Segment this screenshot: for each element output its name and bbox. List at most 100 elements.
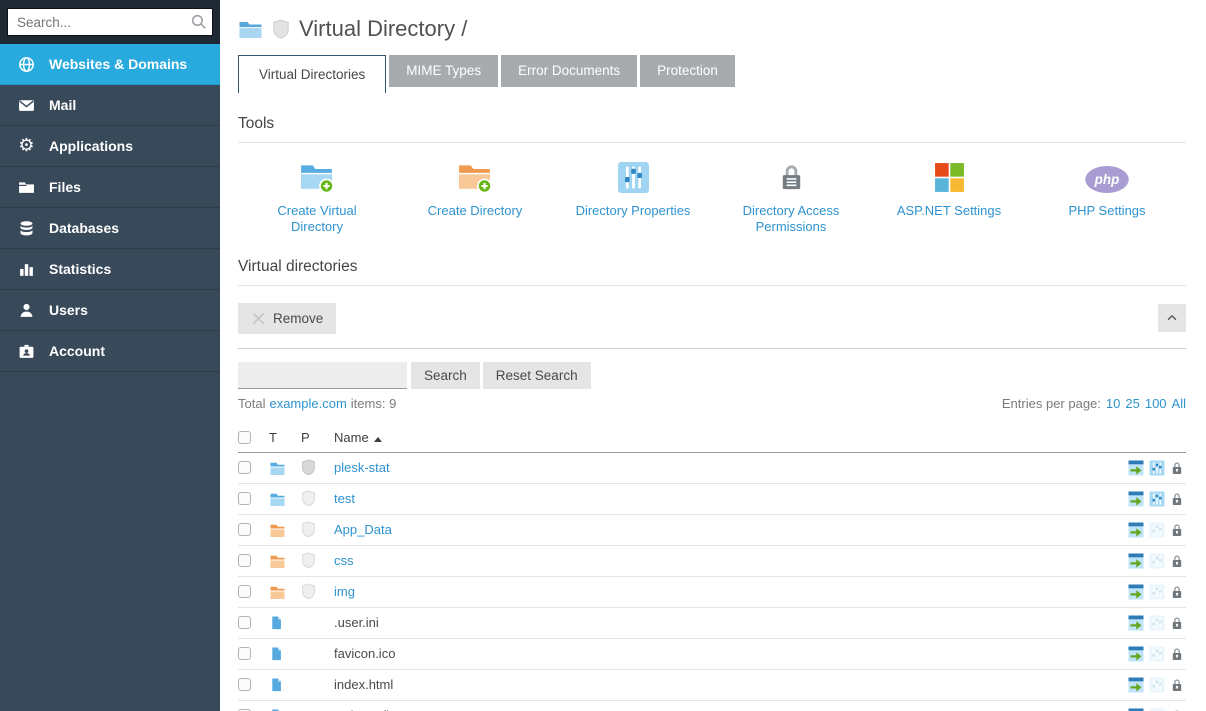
folder-icon <box>17 178 36 196</box>
properties-icon[interactable] <box>1149 491 1165 507</box>
sidebar-item-label: Users <box>49 302 88 318</box>
tool-label: ASP.NET Settings <box>897 203 1001 219</box>
list-meta-top: Total example.com items: 9 Entries per pag… <box>238 396 1186 411</box>
remove-icon <box>251 311 266 326</box>
permissions-icon[interactable] <box>1170 584 1186 600</box>
sidebar-item-files[interactable]: Files <box>0 167 220 208</box>
sidebar-item-mail[interactable]: Mail <box>0 85 220 126</box>
open-icon[interactable] <box>1128 522 1144 538</box>
permissions-icon[interactable] <box>1170 522 1186 538</box>
tab-mime-types[interactable]: MIME Types <box>389 55 498 87</box>
tool-directory-access-permissions[interactable]: Directory Access Permissions <box>712 158 870 236</box>
open-icon[interactable] <box>1128 553 1144 569</box>
tool-create-virtual-directory[interactable]: Create Virtual Directory <box>238 158 396 236</box>
id-card-icon <box>17 342 36 360</box>
sort-asc-icon <box>374 437 382 442</box>
total-suffix: items: 9 <box>351 396 397 411</box>
tool-create-directory[interactable]: Create Directory <box>396 158 554 236</box>
file-icon <box>269 677 284 693</box>
sidebar-item-applications[interactable]: ⚙Applications <box>0 126 220 167</box>
shield-icon <box>301 552 316 569</box>
globe-icon <box>17 55 36 73</box>
row-name[interactable]: img <box>334 584 355 599</box>
file-icon <box>269 708 284 711</box>
row-checkbox[interactable] <box>238 585 251 598</box>
row-checkbox[interactable] <box>238 461 251 474</box>
folder-orange-icon <box>269 584 286 600</box>
row-checkbox[interactable] <box>238 523 251 536</box>
row-checkbox[interactable] <box>238 647 251 660</box>
row-name[interactable]: test <box>334 491 355 506</box>
reset-search-button[interactable]: Reset Search <box>483 362 591 389</box>
permissions-icon[interactable] <box>1170 708 1186 711</box>
entries-option-100[interactable]: 100 <box>1145 396 1167 411</box>
table-row: App_Data <box>238 515 1186 546</box>
sidebar-item-statistics[interactable]: Statistics <box>0 249 220 290</box>
tab-virtual-directories[interactable]: Virtual Directories <box>238 55 386 93</box>
row-checkbox[interactable] <box>238 678 251 691</box>
row-checkbox[interactable] <box>238 616 251 629</box>
sidebar-item-users[interactable]: Users <box>0 290 220 331</box>
sidebar-item-account[interactable]: Account <box>0 331 220 372</box>
shield-icon <box>272 19 290 39</box>
sidebar-item-label: Files <box>49 179 81 195</box>
php-badge-icon: php <box>1084 158 1130 194</box>
sidebar-item-websites-domains[interactable]: Websites & Domains <box>0 44 220 85</box>
open-icon[interactable] <box>1128 615 1144 631</box>
select-all-checkbox[interactable] <box>238 431 251 444</box>
properties-icon <box>1149 553 1165 569</box>
row-name[interactable]: css <box>334 553 354 568</box>
permissions-icon[interactable] <box>1170 646 1186 662</box>
table-row: .user.ini <box>238 608 1186 639</box>
tab-bar: Virtual DirectoriesMIME TypesError Docum… <box>238 55 1186 93</box>
search-button[interactable]: Search <box>411 362 480 389</box>
page-title: Virtual Directory / <box>238 16 1186 42</box>
search-input[interactable] <box>7 8 213 36</box>
tab-protection[interactable]: Protection <box>640 55 735 87</box>
folder-plus-blue-icon <box>299 158 335 194</box>
row-name[interactable]: plesk-stat <box>334 460 390 475</box>
domain-link[interactable]: example.com <box>269 396 346 411</box>
permissions-icon[interactable] <box>1170 677 1186 693</box>
open-icon[interactable] <box>1128 491 1144 507</box>
tool-directory-properties[interactable]: Directory Properties <box>554 158 712 236</box>
entries-option-10[interactable]: 10 <box>1106 396 1120 411</box>
properties-icon <box>1149 646 1165 662</box>
filter-input[interactable] <box>238 362 407 389</box>
open-icon[interactable] <box>1128 460 1144 476</box>
permissions-icon[interactable] <box>1170 460 1186 476</box>
open-icon[interactable] <box>1128 708 1144 711</box>
collapse-button[interactable] <box>1158 304 1186 332</box>
shield-icon <box>301 459 316 476</box>
entries-option-all[interactable]: All <box>1172 396 1186 411</box>
row-checkbox[interactable] <box>238 492 251 505</box>
folder-orange-icon <box>269 553 286 569</box>
entries-per-page-label: Entries per page: <box>1002 396 1101 411</box>
tool-php-settings[interactable]: phpPHP Settings <box>1028 158 1186 236</box>
total-prefix: Total <box>238 396 265 411</box>
main-content: Virtual Directory / Virtual DirectoriesM… <box>220 0 1206 711</box>
permissions-icon[interactable] <box>1170 491 1186 507</box>
row-checkbox[interactable] <box>238 554 251 567</box>
properties-icon[interactable] <box>1149 460 1165 476</box>
svg-text:php: php <box>1094 172 1120 187</box>
permissions-icon[interactable] <box>1170 553 1186 569</box>
remove-button[interactable]: Remove <box>238 303 336 334</box>
entries-option-25[interactable]: 25 <box>1125 396 1139 411</box>
table-row: img <box>238 577 1186 608</box>
tab-error-documents[interactable]: Error Documents <box>501 55 637 87</box>
tool-asp-net-settings[interactable]: ASP.NET Settings <box>870 158 1028 236</box>
sidebar: Websites & DomainsMail⚙Applications Files… <box>0 0 220 711</box>
sidebar-item-databases[interactable]: Databases <box>0 208 220 249</box>
tools-heading: Tools <box>238 115 1186 143</box>
permissions-icon[interactable] <box>1170 615 1186 631</box>
sidebar-item-label: Account <box>49 343 105 359</box>
open-icon[interactable] <box>1128 677 1144 693</box>
column-name[interactable]: Name <box>334 430 1186 445</box>
open-icon[interactable] <box>1128 646 1144 662</box>
row-name[interactable]: App_Data <box>334 522 392 537</box>
properties-icon <box>1149 522 1165 538</box>
page-title-text: Virtual Directory / <box>299 16 467 42</box>
open-icon[interactable] <box>1128 584 1144 600</box>
table-row: index.html <box>238 670 1186 701</box>
